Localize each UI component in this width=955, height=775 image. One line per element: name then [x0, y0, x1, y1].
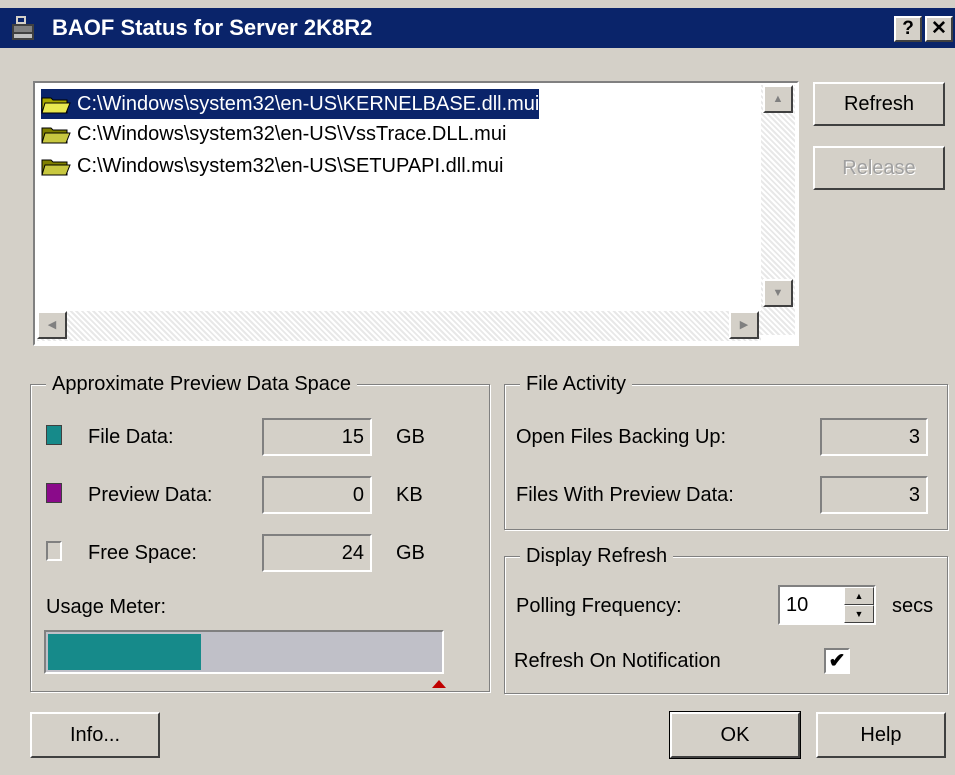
preview-files-label: Files With Preview Data: [516, 484, 734, 506]
usage-meter-label: Usage Meter: [46, 596, 167, 618]
open-files-list[interactable]: C:\Windows\system32\en-US\KERNELBASE.dll… [33, 81, 799, 346]
help-title-button[interactable]: ? [894, 16, 922, 42]
title-bar[interactable]: BAOF Status for Server 2K8R2 ? ✕ [0, 8, 955, 48]
list-item[interactable]: C:\Windows\system32\en-US\KERNELBASE.dll… [41, 89, 540, 119]
free-space-value: 24 [262, 534, 372, 572]
open-files-value: 3 [820, 418, 928, 456]
spin-up-button[interactable]: ▲ [844, 587, 874, 605]
refresh-notification-checkbox[interactable]: ✔ [824, 648, 850, 674]
polling-unit: secs [892, 595, 934, 617]
usage-meter-fill [48, 634, 201, 670]
list-item-path: C:\Windows\system32\en-US\KERNELBASE.dll… [77, 93, 540, 115]
baof-status-dialog: BAOF Status for Server 2K8R2 ? ✕ C:\Wind… [0, 0, 955, 775]
question-mark-icon: ? [902, 18, 914, 39]
preview-space-title: Approximate Preview Data Space [46, 371, 358, 397]
file-data-swatch [46, 425, 62, 445]
close-icon: ✕ [931, 18, 947, 39]
app-icon [12, 16, 34, 40]
preview-files-value: 3 [820, 476, 928, 514]
refresh-button[interactable]: Refresh [813, 82, 945, 126]
usage-marker-icon [432, 680, 446, 688]
ok-button[interactable]: OK [669, 711, 801, 759]
preview-data-label: Preview Data: [88, 484, 213, 506]
polling-frequency-input[interactable]: 10 [786, 589, 808, 621]
help-button[interactable]: Help [816, 712, 946, 758]
window-title: BAOF Status for Server 2K8R2 [52, 15, 373, 40]
list-item[interactable]: C:\Windows\system32\en-US\SETUPAPI.dll.m… [41, 151, 503, 181]
scroll-down-button[interactable]: ▼ [763, 279, 793, 307]
info-button[interactable]: Info... [30, 712, 160, 758]
list-item[interactable]: C:\Windows\system32\en-US\VssTrace.DLL.m… [41, 119, 506, 149]
free-space-label: Free Space: [88, 542, 197, 564]
preview-data-unit: KB [396, 484, 423, 506]
file-activity-title: File Activity [520, 371, 633, 397]
horizontal-scrollbar[interactable]: ◀ ▶ [37, 311, 761, 341]
release-button[interactable]: Release [813, 146, 945, 190]
scroll-left-button[interactable]: ◀ [37, 311, 67, 339]
free-space-unit: GB [396, 542, 425, 564]
refresh-notification-label: Refresh On Notification [514, 650, 721, 672]
file-data-value: 15 [262, 418, 372, 456]
preview-data-swatch [46, 483, 62, 503]
scroll-up-button[interactable]: ▲ [763, 85, 793, 113]
scroll-right-button[interactable]: ▶ [729, 311, 759, 339]
spin-down-button[interactable]: ▼ [844, 605, 874, 623]
polling-frequency-label: Polling Frequency: [516, 595, 682, 617]
list-item-path: C:\Windows\system32\en-US\VssTrace.DLL.m… [77, 123, 507, 145]
vertical-scrollbar[interactable]: ▲ ▼ [761, 85, 795, 335]
close-title-button[interactable]: ✕ [925, 16, 953, 42]
list-item-path: C:\Windows\system32\en-US\SETUPAPI.dll.m… [77, 155, 504, 177]
display-refresh-title: Display Refresh [520, 543, 674, 569]
file-data-label: File Data: [88, 426, 174, 448]
open-folder-icon [41, 97, 71, 114]
polling-frequency-stepper[interactable]: 10 ▲ ▼ [778, 585, 876, 625]
open-files-label: Open Files Backing Up: [516, 426, 727, 448]
usage-meter [44, 630, 444, 674]
free-space-swatch [46, 541, 62, 561]
preview-data-value: 0 [262, 476, 372, 514]
open-folder-icon [41, 159, 71, 176]
file-data-unit: GB [396, 426, 425, 448]
open-folder-icon [41, 127, 71, 144]
